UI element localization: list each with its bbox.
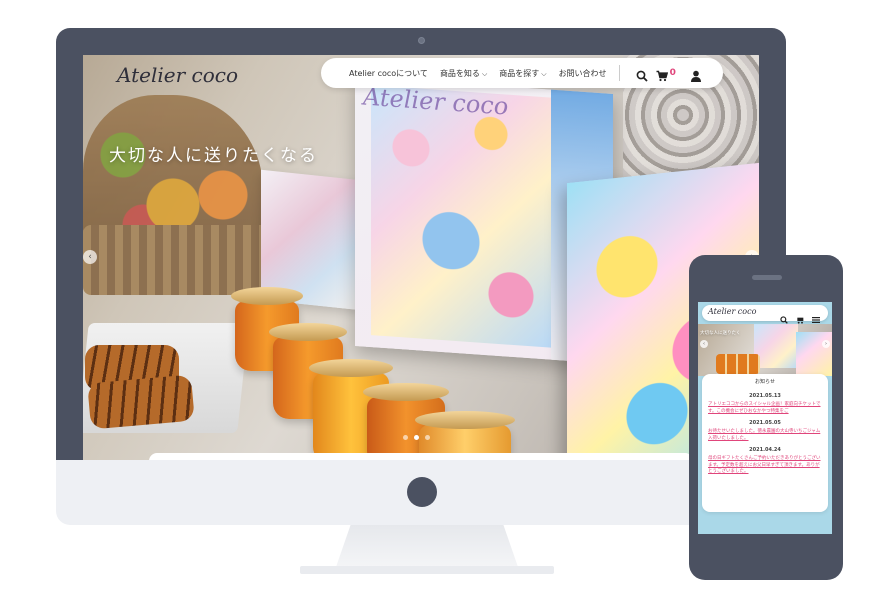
chevron-down-icon: ⌵: [481, 69, 488, 78]
nav-contact[interactable]: お問い合わせ: [559, 68, 607, 79]
site-logo[interactable]: Atelier coco: [117, 63, 238, 87]
news-link[interactable]: 母の日ギフトたくさんご予約いただきありがとうございます。予定数を超えにお父日早す…: [708, 456, 822, 476]
chevron-left-icon: ‹: [88, 252, 92, 262]
desktop-monitor: Atelier coco 大切な人に送りたくなる Atelier coco At…: [56, 28, 786, 525]
mobile-hero-art-box: [754, 324, 798, 368]
news-link[interactable]: お待たせいたしました。徳永農園の大山寺いちごジャム入荷いたしました。: [708, 429, 822, 442]
content-section-top: [149, 453, 693, 460]
news-date: 2021.05.13: [749, 393, 781, 399]
user-icon[interactable]: [690, 67, 702, 82]
mobile-screen: 大切な人に送りたく ‹ › Atelier coco お知らせ 2021.05.…: [698, 302, 832, 534]
nav-about[interactable]: Atelier cocoについて: [349, 68, 428, 79]
news-date: 2021.04.24: [749, 447, 781, 453]
slider-dot[interactable]: [425, 435, 430, 440]
mobile-slider-next-button[interactable]: ›: [822, 340, 830, 348]
slider-dot[interactable]: [403, 435, 408, 440]
slider-dot-active[interactable]: [414, 435, 419, 440]
hero-artwork: [371, 85, 551, 348]
phone-speaker: [752, 275, 782, 280]
news-date: 2021.05.05: [749, 420, 781, 426]
chevron-down-icon: ⌵: [541, 69, 547, 78]
chevron-left-icon: ‹: [703, 341, 705, 347]
slider-pagination: [403, 435, 430, 440]
mobile-hero: 大切な人に送りたく ‹ ›: [698, 324, 832, 376]
mobile-hero-tagline: 大切な人に送りたく: [700, 331, 741, 336]
mobile-site-logo[interactable]: Atelier coco: [708, 307, 756, 316]
news-link[interactable]: アトリエココからのスイシャル企画！家庭向チケットです。この機会にぜひおなかやつ特…: [708, 402, 822, 415]
desktop-screen: Atelier coco 大切な人に送りたくなる Atelier coco At…: [83, 55, 759, 460]
search-icon[interactable]: [636, 67, 648, 82]
slider-prev-button[interactable]: ‹: [83, 250, 97, 264]
cart-icon[interactable]: [796, 309, 804, 324]
hero-pastry: [87, 374, 195, 430]
global-nav: Atelier cocoについて 商品を知る ⌵ 商品を探す ⌵ お問い合わせ 0: [321, 58, 723, 88]
news-item: 2021.04.24 母の日ギフトたくさんご予約いただきありがとうございます。予…: [708, 447, 822, 476]
mobile-header: Atelier coco: [702, 305, 828, 324]
nav-learn-products[interactable]: 商品を知る ⌵: [440, 68, 487, 79]
hero-basket-weave: [83, 225, 273, 295]
mobile-slider-prev-button[interactable]: ‹: [700, 340, 708, 348]
news-heading: お知らせ: [755, 379, 775, 385]
mobile-hero-jars: [716, 354, 760, 374]
news-item: 2021.05.05 お待たせいたしました。徳永農園の大山寺いちごジャム入荷いた…: [708, 420, 822, 442]
mobile-device: 大切な人に送りたく ‹ › Atelier coco お知らせ 2021.05.…: [689, 255, 843, 580]
camera-icon: [418, 37, 425, 44]
nav-find-products[interactable]: 商品を探す ⌵: [499, 68, 546, 79]
news-item: 2021.05.13 アトリエココからのスイシャル企画！家庭向チケットです。この…: [708, 393, 822, 415]
cart-count-badge: 0: [669, 68, 676, 78]
mobile-hero-art-box-right: [796, 332, 832, 376]
nav-divider: [618, 65, 620, 81]
monitor-stand-base: [300, 566, 554, 574]
monitor-stand: [336, 525, 518, 567]
chevron-right-icon: ›: [825, 341, 827, 347]
hero-tagline: 大切な人に送りたくなる: [109, 146, 318, 166]
mobile-news-panel: お知らせ 2021.05.13 アトリエココからのスイシャル企画！家庭向チケット…: [702, 374, 828, 512]
cart-icon[interactable]: [656, 67, 668, 82]
search-icon[interactable]: [780, 309, 788, 324]
menu-icon[interactable]: [812, 309, 820, 323]
power-button: [407, 477, 437, 507]
